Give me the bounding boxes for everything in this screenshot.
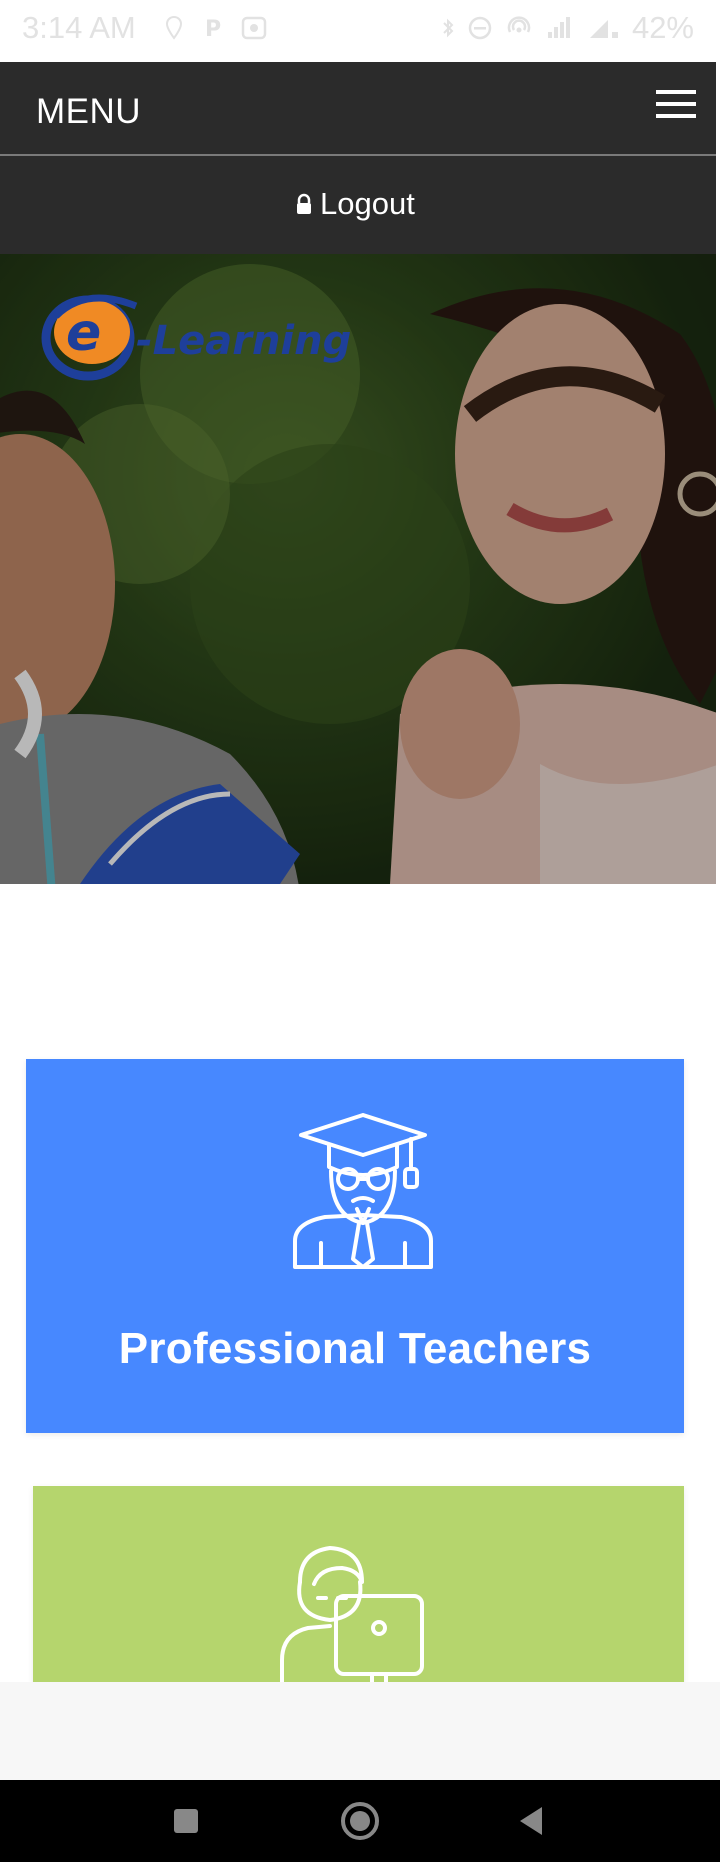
hotspot-icon: [507, 16, 531, 33]
logout-button[interactable]: Logout: [296, 186, 415, 222]
card-title: Professional Teachers: [118, 1324, 592, 1373]
screenshot-icon: [241, 16, 267, 40]
svg-text:P: P: [205, 17, 221, 40]
system-nav-bar: [0, 1780, 720, 1862]
home-button[interactable]: [315, 1780, 405, 1862]
student-computer-card[interactable]: [33, 1486, 684, 1686]
triangle-back-icon: [520, 1807, 542, 1835]
hamburger-line: [656, 114, 696, 118]
teacher-icon: [293, 1113, 433, 1269]
hamburger-line: [656, 102, 696, 106]
logout-label: Logout: [320, 186, 415, 221]
back-button[interactable]: [486, 1780, 576, 1862]
bluetooth-icon: [443, 18, 454, 38]
location-icon: [165, 16, 183, 40]
logo-text: -Learning: [136, 318, 351, 364]
status-bar: 3:14 AM P 42%: [0, 0, 720, 62]
logo-letter: e: [66, 303, 101, 363]
status-time: 3:14 AM: [22, 10, 136, 45]
lock-icon: [297, 193, 311, 214]
professional-teachers-card[interactable]: Professional Teachers: [26, 1059, 684, 1433]
p-icon: P: [205, 17, 221, 40]
student-computer-icon: [280, 1546, 424, 1686]
menu-label: MENU: [36, 92, 142, 131]
square-icon: [174, 1809, 198, 1833]
status-left-icons: P: [165, 16, 267, 40]
battery-level: 42%: [631, 10, 694, 45]
status-right-icons: [442, 16, 620, 40]
hero-banner: e -Learning: [0, 254, 716, 884]
e-learning-logo: e -Learning: [41, 294, 351, 381]
hamburger-line: [656, 90, 696, 94]
page-bottom-area: [0, 1682, 720, 1780]
dnd-icon: [468, 16, 492, 40]
data-icon: [590, 20, 618, 38]
app-bar: MENU: [0, 62, 716, 156]
hamburger-menu-button[interactable]: [656, 90, 696, 118]
signal-icon: [548, 17, 570, 38]
circle-icon: [341, 1802, 379, 1840]
recent-apps-button[interactable]: [141, 1780, 231, 1862]
logout-bar: Logout: [0, 156, 716, 254]
